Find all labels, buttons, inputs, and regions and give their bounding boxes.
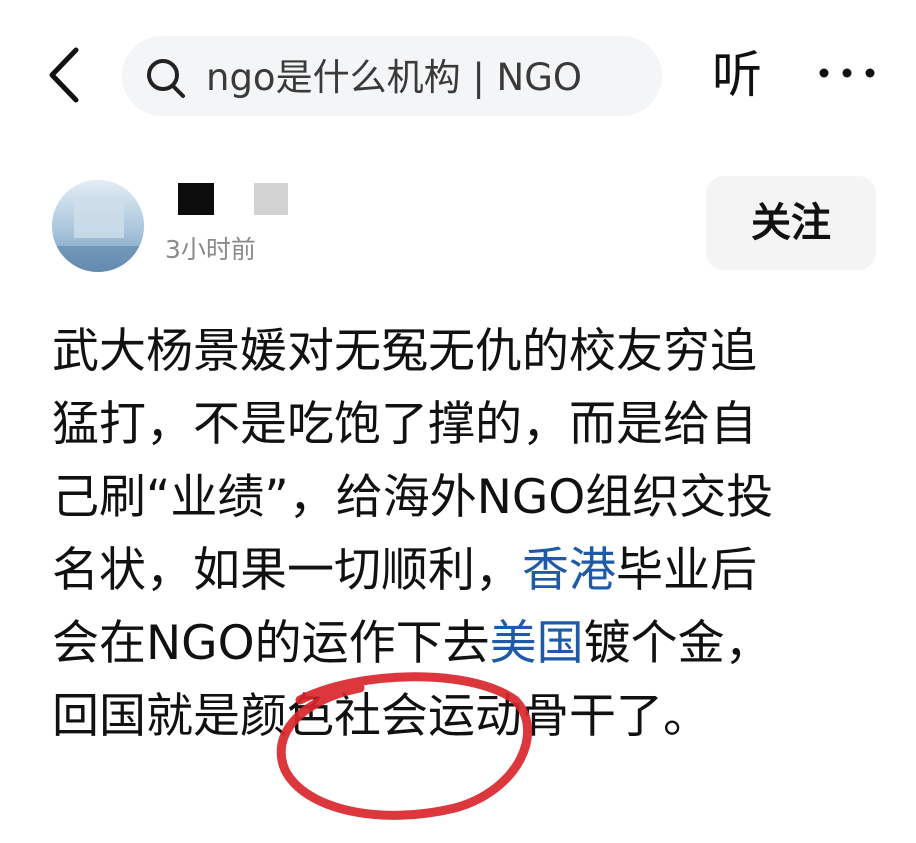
post-text: 毕业后 (616, 543, 757, 598)
post-line: 己刷“业绩”，给海外NGO组织交投 (52, 470, 774, 525)
post-timestamp: 3小时前 (165, 235, 256, 264)
search-query-text: ngo是什么机构 | NGO (206, 56, 583, 99)
author-name-redacted-secondary (254, 183, 288, 215)
post-text: 名状，如果一切顺利， (52, 543, 522, 598)
top-bar: ngo是什么机构 | NGO 听 (0, 0, 916, 150)
post-line: 武大杨景媛对无冤无仇的校友穷追 (52, 324, 757, 379)
search-box[interactable]: ngo是什么机构 | NGO (122, 36, 662, 116)
back-button[interactable] (36, 40, 96, 110)
more-button[interactable] (812, 48, 882, 98)
post-line: 名状，如果一切顺利，香港毕业后 (52, 534, 872, 607)
chevron-left-icon (49, 47, 79, 103)
topic-link-hongkong[interactable]: 香港 (522, 543, 616, 598)
avatar-image (52, 180, 144, 272)
post-line: 回国就是颜色社会运动骨干了。 (52, 689, 710, 744)
topic-link-usa[interactable]: 美国 (490, 616, 584, 671)
follow-button[interactable]: 关注 (706, 176, 876, 270)
post-body: 武大杨景媛对无冤无仇的校友穷追 猛打，不是吃饱了撑的，而是给自 己刷“业绩”，给… (52, 315, 872, 753)
more-dots-icon (819, 68, 875, 78)
search-icon (147, 59, 185, 98)
post-text: 会在NGO的运作下去 (52, 616, 490, 671)
listen-button[interactable]: 听 (712, 40, 782, 110)
post-line: 会在NGO的运作下去美国镀个金， (52, 607, 872, 680)
post-line: 猛打，不是吃饱了撑的，而是给自 (52, 397, 757, 452)
post-text: 镀个金， (583, 616, 772, 671)
author-name-redacted[interactable] (178, 183, 214, 215)
avatar[interactable] (52, 180, 144, 272)
